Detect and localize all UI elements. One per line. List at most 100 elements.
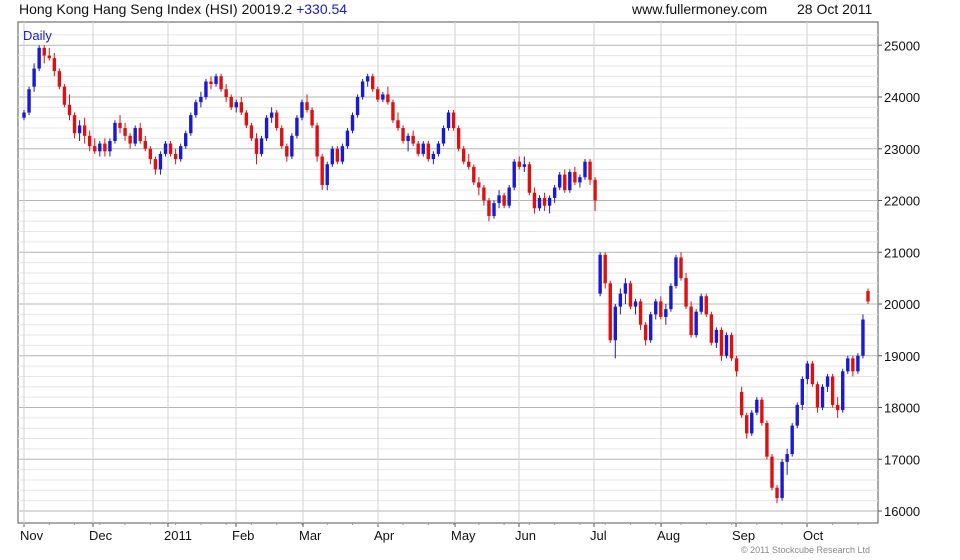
candle-body [598, 254, 602, 294]
candle-body [350, 115, 355, 131]
candle-body [568, 172, 572, 191]
candle-body [664, 309, 668, 317]
candle-body [512, 161, 516, 188]
candle-body [583, 161, 587, 178]
candle-body [623, 283, 628, 294]
candle-body [128, 135, 132, 144]
candle-body [396, 120, 400, 129]
candle-body [487, 200, 491, 217]
candle-body [643, 324, 648, 341]
candle-body [729, 335, 734, 359]
candle-body [830, 376, 835, 405]
candle-body [254, 138, 259, 154]
candle-body [325, 164, 329, 185]
interval-label: Daily [23, 28, 52, 43]
candle-body [98, 143, 102, 152]
candle-body [371, 76, 375, 90]
candle-body [446, 112, 451, 129]
candle-body [330, 148, 334, 165]
candle-body [269, 112, 274, 118]
candle-body [714, 329, 719, 343]
candle-body [755, 399, 759, 413]
candle-body [113, 122, 117, 141]
candle-body [163, 143, 168, 154]
candle-body [441, 128, 446, 144]
candle-body [274, 112, 279, 129]
x-tick-label: Oct [803, 528, 824, 543]
candle-body [32, 68, 36, 87]
candle-body [825, 376, 830, 387]
candle-body [532, 192, 537, 209]
candle-body [153, 159, 158, 170]
candle-body [451, 112, 456, 129]
candle-body [103, 143, 107, 152]
candle-body [724, 335, 729, 356]
candle-body [47, 55, 51, 59]
candle-body [659, 301, 663, 317]
y-tick-label: 19000 [884, 349, 920, 364]
candle-body [391, 102, 395, 121]
y-tick-label: 17000 [884, 452, 920, 467]
candle-body [355, 97, 360, 116]
x-tick-label: Mar [299, 528, 322, 543]
candle-body [224, 89, 228, 97]
candle-body [810, 363, 815, 385]
candle-body [456, 128, 461, 149]
x-tick-label: Jun [515, 528, 536, 543]
candle-body [148, 148, 153, 160]
candle-body [750, 412, 754, 434]
candle-body [249, 125, 254, 139]
candle-body [477, 182, 481, 188]
candle-body [689, 306, 693, 336]
candle-body [552, 187, 557, 198]
candle-body [866, 291, 870, 302]
candle-body [785, 454, 789, 462]
candle-body [280, 128, 284, 147]
y-tick-label: 25000 [884, 38, 920, 53]
candle-body [628, 283, 633, 307]
candle-body [431, 153, 436, 160]
candle-body [467, 161, 471, 167]
candle-body [42, 47, 46, 56]
x-tick-label: Jul [590, 528, 607, 543]
candle-body [638, 301, 643, 325]
candle-body [674, 257, 678, 286]
candle-body [527, 164, 532, 193]
x-tick-label: May [451, 528, 476, 543]
candle-body [72, 115, 77, 134]
x-tick-label: Sep [732, 528, 755, 543]
candle-body [648, 314, 653, 341]
candle-body [123, 128, 127, 136]
candle-body [57, 71, 62, 87]
candle-body [376, 89, 380, 100]
x-tick-label: Apr [374, 528, 395, 543]
candle-body [815, 384, 820, 408]
candle-body [719, 329, 724, 356]
x-tick-label: Nov [20, 528, 44, 543]
candle-body [209, 81, 213, 85]
y-tick-label: 24000 [884, 90, 920, 105]
candle-body [613, 306, 618, 341]
x-tick-label: Dec [89, 528, 113, 543]
candle-body [345, 130, 350, 147]
candle-body [108, 140, 112, 152]
candle-body [573, 172, 577, 183]
candle-body [739, 391, 744, 416]
candle-body [416, 143, 420, 154]
grid-lines [17, 21, 879, 524]
candle-body [502, 195, 506, 206]
candle-body [173, 153, 178, 160]
y-tick-label: 20000 [884, 297, 920, 312]
candle-body [654, 301, 658, 315]
candle-body [558, 174, 562, 188]
candle-body [300, 102, 304, 118]
candle-body [684, 278, 688, 307]
candle-body [669, 285, 673, 310]
candle-body [381, 94, 385, 100]
candle-body [93, 146, 97, 152]
candle-body [184, 133, 188, 147]
candle-body [461, 148, 466, 162]
candle-body [411, 135, 415, 144]
candle-body [805, 363, 810, 380]
candle-body [790, 425, 794, 455]
